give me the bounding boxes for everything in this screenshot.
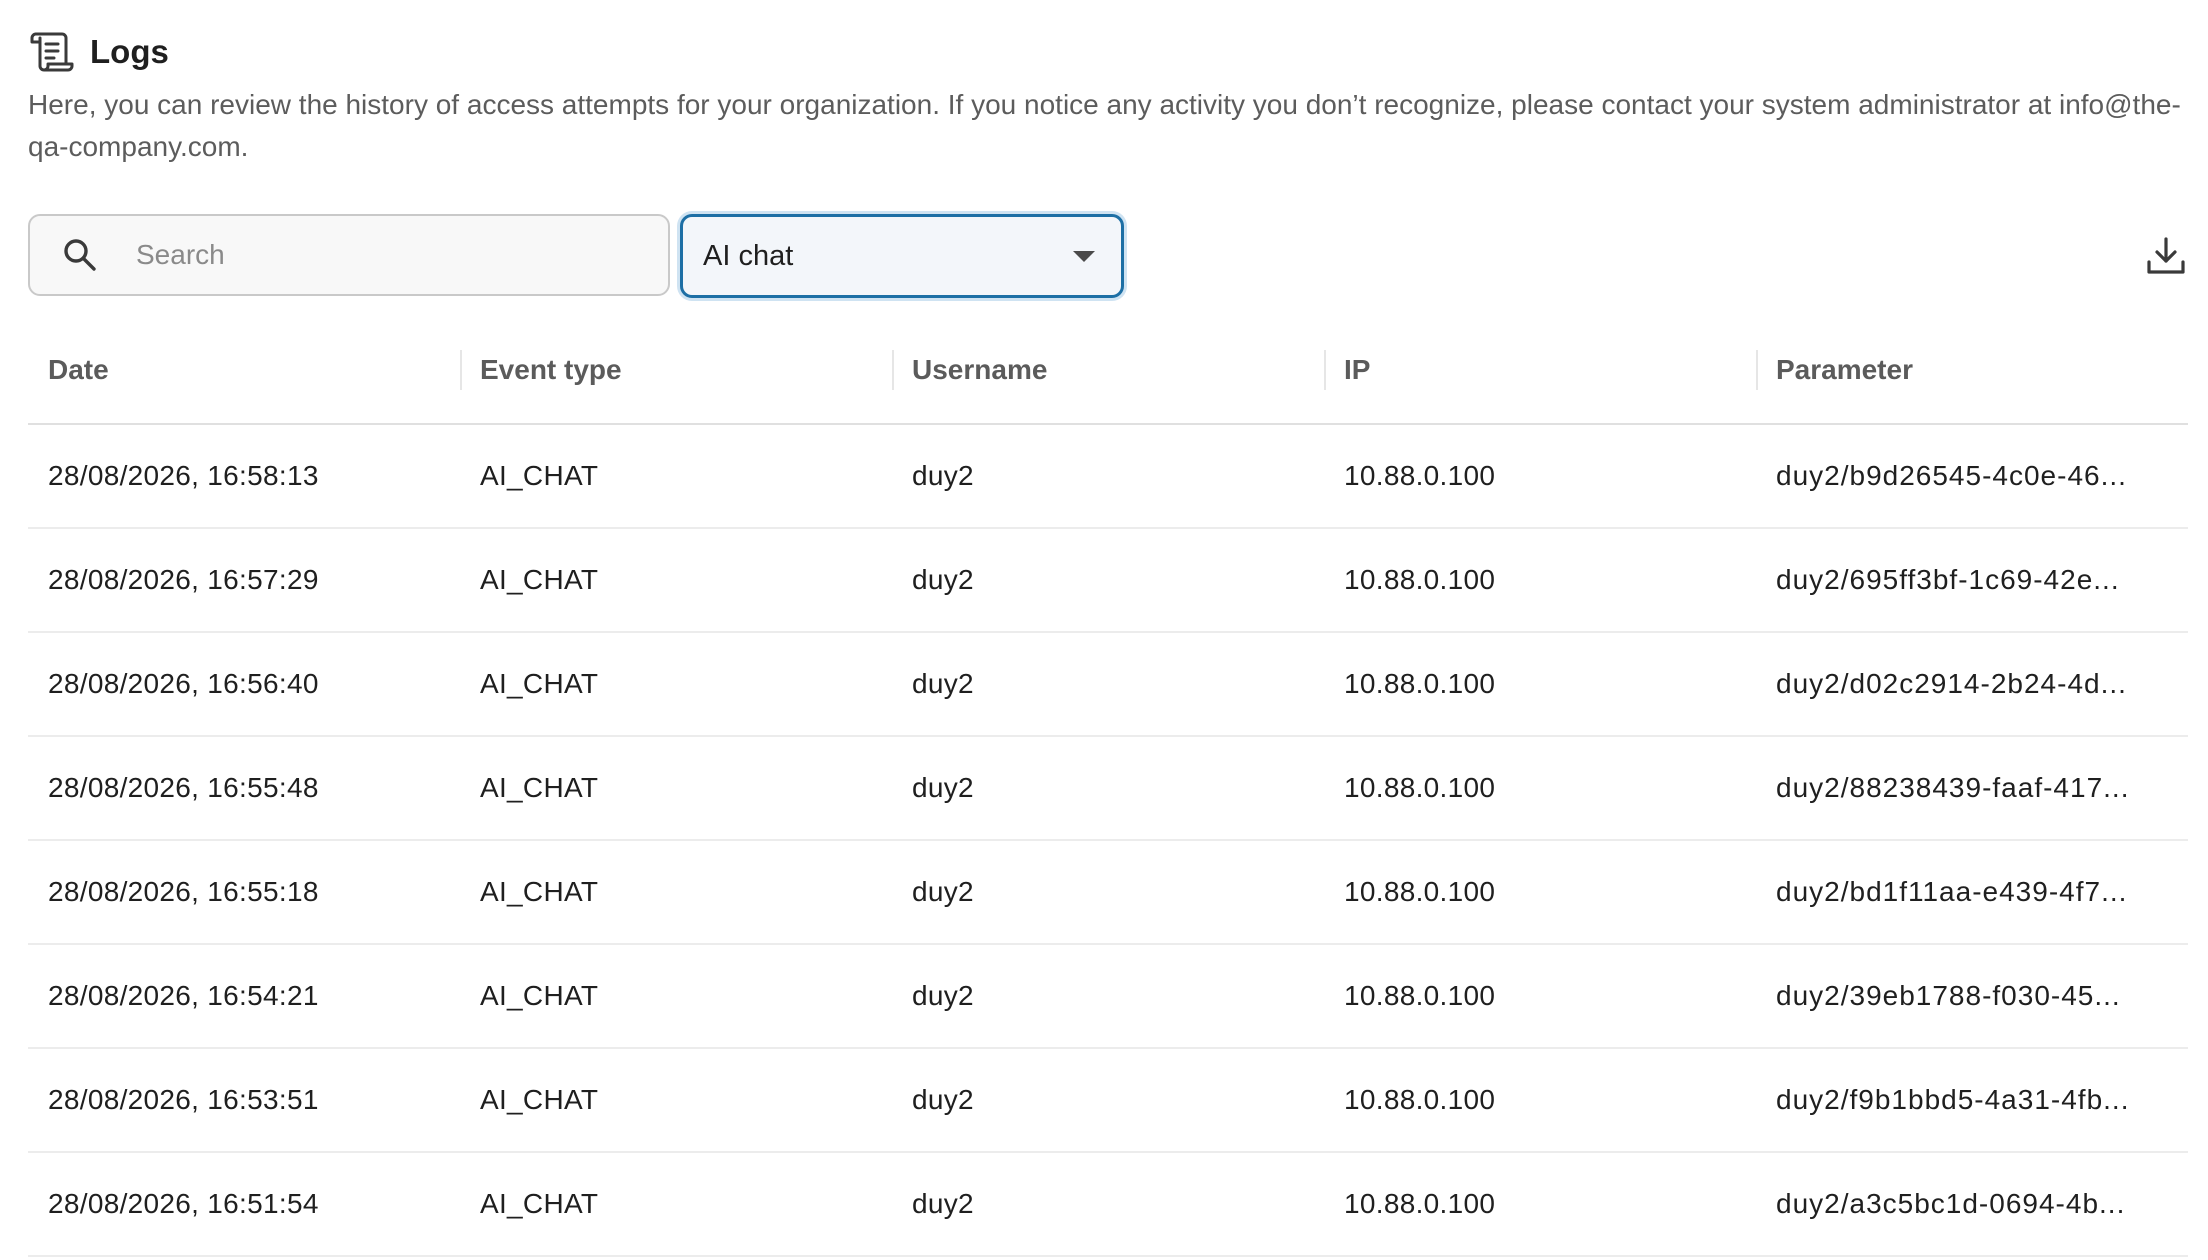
column-divider <box>1324 350 1326 390</box>
cell-parameter: duy2/f9b1bbd5-4a31-4fb... <box>1756 1048 2188 1153</box>
cell-ip: 10.88.0.100 <box>1324 1152 1756 1257</box>
column-header-label: Event type <box>480 353 622 385</box>
cell-date: 28/08/2026, 16:54:21 <box>28 944 460 1049</box>
column-header-ip[interactable]: IP <box>1324 316 1756 425</box>
cell-parameter: duy2/695ff3bf-1c69-42e... <box>1756 528 2188 633</box>
cell-event-type: AI_CHAT <box>460 528 892 633</box>
cell-parameter: duy2/b9d26545-4c0e-46... <box>1756 424 2188 529</box>
cell-parameter: duy2/d02c2914-2b24-4d... <box>1756 632 2188 737</box>
cell-date: 28/08/2026, 16:53:51 <box>28 1048 460 1153</box>
column-header-label: Parameter <box>1776 353 1913 385</box>
cell-date: 28/08/2026, 16:57:29 <box>28 528 460 633</box>
page-title: Logs <box>90 33 169 70</box>
cell-date: 28/08/2026, 16:51:54 <box>28 1152 460 1257</box>
download-icon[interactable] <box>2144 234 2188 278</box>
cell-parameter: duy2/39eb1788-f030-45... <box>1756 944 2188 1049</box>
cell-username: duy2 <box>892 528 1324 633</box>
cell-parameter: duy2/bd1f11aa-e439-4f7... <box>1756 840 2188 945</box>
cell-event-type: AI_CHAT <box>460 1048 892 1153</box>
cell-event-type: AI_CHAT <box>460 840 892 945</box>
column-header-label: Date <box>48 353 109 385</box>
table-row[interactable]: 28/08/2026, 16:58:13 AI_CHAT duy2 10.88.… <box>28 424 2188 529</box>
column-header-username[interactable]: Username <box>892 316 1324 425</box>
cell-event-type: AI_CHAT <box>460 944 892 1049</box>
filter-selected-value: AI chat <box>703 239 794 272</box>
search-icon <box>64 239 96 271</box>
event-type-filter-select[interactable]: AI chat <box>680 214 1124 298</box>
table-row[interactable]: 28/08/2026, 16:56:40 AI_CHAT duy2 10.88.… <box>28 632 2188 737</box>
cell-parameter: duy2/88238439-faaf-417... <box>1756 736 2188 841</box>
column-divider <box>1756 350 1758 390</box>
cell-date: 28/08/2026, 16:55:18 <box>28 840 460 945</box>
column-header-label: Username <box>912 353 1048 385</box>
search-input[interactable] <box>136 239 656 271</box>
caret-down-icon <box>1073 250 1095 262</box>
cell-event-type: AI_CHAT <box>460 736 892 841</box>
table-row[interactable]: 28/08/2026, 16:54:21 AI_CHAT duy2 10.88.… <box>28 944 2188 1049</box>
cell-ip: 10.88.0.100 <box>1324 1048 1756 1153</box>
table-row[interactable]: 28/08/2026, 16:53:51 AI_CHAT duy2 10.88.… <box>28 1048 2188 1153</box>
cell-date: 28/08/2026, 16:55:48 <box>28 736 460 841</box>
cell-username: duy2 <box>892 632 1324 737</box>
cell-ip: 10.88.0.100 <box>1324 736 1756 841</box>
cell-username: duy2 <box>892 840 1324 945</box>
column-header-event-type[interactable]: Event type <box>460 316 892 425</box>
cell-event-type: AI_CHAT <box>460 424 892 529</box>
cell-date: 28/08/2026, 16:56:40 <box>28 632 460 737</box>
column-header-label: IP <box>1344 353 1371 385</box>
cell-ip: 10.88.0.100 <box>1324 528 1756 633</box>
scroll-icon <box>30 32 74 72</box>
cell-ip: 10.88.0.100 <box>1324 424 1756 529</box>
table-row[interactable]: 28/08/2026, 16:57:29 AI_CHAT duy2 10.88.… <box>28 528 2188 633</box>
cell-ip: 10.88.0.100 <box>1324 632 1756 737</box>
cell-event-type: AI_CHAT <box>460 632 892 737</box>
cell-event-type: AI_CHAT <box>460 1152 892 1257</box>
table-row[interactable]: 28/08/2026, 16:51:54 AI_CHAT duy2 10.88.… <box>28 1152 2188 1257</box>
column-header-parameter[interactable]: Parameter <box>1756 316 2188 425</box>
search-box[interactable] <box>28 214 670 296</box>
page-description: Here, you can review the history of acce… <box>28 89 2181 162</box>
cell-ip: 10.88.0.100 <box>1324 944 1756 1049</box>
cell-username: duy2 <box>892 1152 1324 1257</box>
column-divider <box>892 350 894 390</box>
logs-page: Logs Here, you can review the history of… <box>0 0 2208 1260</box>
cell-date: 28/08/2026, 16:58:13 <box>28 424 460 529</box>
cell-username: duy2 <box>892 1048 1324 1153</box>
table-header-row: Date Event type Username IP Parameter <box>28 316 2188 425</box>
cell-username: duy2 <box>892 736 1324 841</box>
cell-username: duy2 <box>892 424 1324 529</box>
cell-parameter: duy2/a3c5bc1d-0694-4b... <box>1756 1152 2188 1257</box>
logs-table: Date Event type Username IP Parameter 28… <box>28 316 2188 1257</box>
table-row[interactable]: 28/08/2026, 16:55:48 AI_CHAT duy2 10.88.… <box>28 736 2188 841</box>
table-row[interactable]: 28/08/2026, 16:55:18 AI_CHAT duy2 10.88.… <box>28 840 2188 945</box>
column-divider <box>460 350 462 390</box>
page-header: Logs <box>28 28 169 76</box>
toolbar: AI chat <box>28 214 2188 298</box>
cell-ip: 10.88.0.100 <box>1324 840 1756 945</box>
column-header-date[interactable]: Date <box>28 316 460 425</box>
cell-username: duy2 <box>892 944 1324 1049</box>
